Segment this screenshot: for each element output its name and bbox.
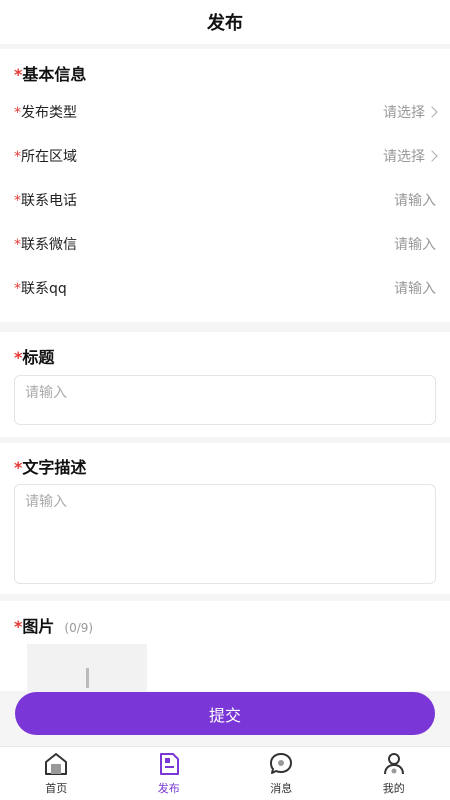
app: 发布 *基本信息 *发布类型 请选择 *所在区域 请选择 *联系电话 请输入 *…: [0, 0, 450, 800]
chevron-right-icon: [426, 150, 438, 162]
tab-bar: 首页 发布 消息 我的: [0, 746, 450, 800]
message-icon: [270, 753, 293, 774]
description-section-title: *文字描述: [14, 458, 87, 477]
home-icon: [45, 753, 68, 775]
tab-home[interactable]: 首页: [0, 747, 113, 800]
tab-messages[interactable]: 消息: [225, 747, 338, 800]
form-row-wechat[interactable]: *联系微信 请输入: [0, 222, 450, 266]
phone-label: *联系电话: [14, 193, 77, 209]
wechat-input[interactable]: 请输入: [394, 234, 436, 254]
image-card: *图片 (0/9): [0, 601, 450, 691]
tab-profile[interactable]: 我的: [338, 747, 450, 800]
tab-publish[interactable]: 发布: [113, 747, 226, 800]
title-input[interactable]: 请输入: [14, 375, 436, 425]
image-count: (0/9): [64, 621, 94, 635]
form-row-phone[interactable]: *联系电话 请输入: [0, 178, 450, 222]
image-upload-button[interactable]: [27, 644, 147, 691]
page-title: 发布: [207, 13, 243, 34]
basic-info-title: *基本信息: [14, 65, 87, 84]
publish-type-select[interactable]: 请选择: [383, 102, 438, 122]
phone-input[interactable]: 请输入: [394, 190, 436, 210]
form-row-region[interactable]: *所在区域 请选择: [0, 134, 450, 178]
description-textarea[interactable]: 请输入: [14, 484, 436, 584]
chevron-right-icon: [426, 106, 438, 118]
publish-icon: [159, 753, 179, 775]
submit-button[interactable]: 提交: [15, 692, 435, 735]
publish-type-label: *发布类型: [14, 105, 77, 121]
region-select[interactable]: 请选择: [383, 146, 438, 166]
page-header: 发布: [0, 0, 450, 44]
wechat-label: *联系微信: [14, 237, 77, 253]
region-label: *所在区域: [14, 149, 77, 165]
description-card: *文字描述 请输入: [0, 443, 450, 594]
form-row-publish-type[interactable]: *发布类型 请选择: [0, 90, 450, 134]
image-section-title: *图片 (0/9): [14, 617, 94, 636]
title-section-title: *标题: [14, 348, 55, 367]
plus-icon: [86, 668, 89, 688]
title-card: *标题 请输入: [0, 332, 450, 437]
basic-info-card: *基本信息 *发布类型 请选择 *所在区域 请选择 *联系电话 请输入 *联系微…: [0, 49, 450, 322]
form-row-qq[interactable]: *联系qq 请输入: [0, 266, 450, 310]
qq-input[interactable]: 请输入: [394, 278, 436, 298]
profile-icon: [383, 753, 404, 775]
qq-label: *联系qq: [14, 281, 67, 297]
